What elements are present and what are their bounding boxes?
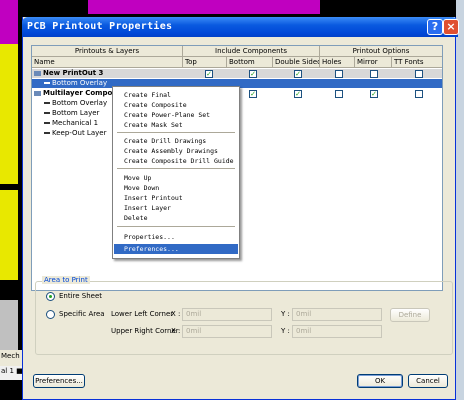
dialog-title: PCB Printout Properties <box>27 21 173 32</box>
preferences-button[interactable]: Preferences... <box>33 374 85 388</box>
group-header-include: Include Components <box>183 46 320 57</box>
col-holes[interactable]: Holes <box>320 57 355 68</box>
define-button[interactable]: Define <box>390 308 430 322</box>
menu-item-create-final[interactable]: Create Final <box>114 90 238 100</box>
upper-right-label: Upper Right Corner <box>111 327 179 335</box>
cb-mirror[interactable]: ✓ <box>370 90 378 98</box>
cb-holes[interactable] <box>335 90 343 98</box>
cancel-button[interactable]: Cancel <box>408 374 448 388</box>
printout-label: Multilayer Compos <box>34 89 116 98</box>
menu-item-create-drill-drawings[interactable]: Create Drill Drawings <box>114 136 238 146</box>
pcb-pad-2 <box>0 190 18 280</box>
menu-item-insert-printout[interactable]: Insert Printout <box>114 193 238 203</box>
ur-x-label: X : <box>171 327 181 335</box>
ll-y-input[interactable]: 0mil <box>292 308 382 321</box>
pcb-printout-properties-dialog: PCB Printout Properties ? × Printouts & … <box>22 17 459 400</box>
ur-y-input[interactable]: 0mil <box>292 325 382 338</box>
cb-top[interactable]: ✓ <box>205 70 213 78</box>
menu-separator <box>117 168 235 169</box>
col-name[interactable]: Name <box>32 57 183 68</box>
context-menu: Create Final Create Composite Create Pow… <box>112 86 240 259</box>
cb-tt-fonts[interactable] <box>415 90 423 98</box>
specific-area-radio[interactable] <box>46 310 55 319</box>
layer-dash-icon <box>44 122 50 124</box>
menu-item-properties[interactable]: Properties... <box>114 232 238 242</box>
ll-y-label: Y : <box>281 310 290 318</box>
menu-item-create-assembly-drawings[interactable]: Create Assembly Drawings <box>114 146 238 156</box>
layer-label: Keep-Out Layer <box>44 129 106 138</box>
entire-sheet-label[interactable]: Entire Sheet <box>59 292 102 300</box>
area-to-print-legend: Area to Print <box>42 276 90 284</box>
pcb-pad-1 <box>0 44 18 184</box>
area-to-print-group: Area to Print Entire Sheet Specific Area… <box>35 276 453 355</box>
cb-tt-fonts[interactable] <box>415 70 423 78</box>
layer-tab-1[interactable]: al 1 ■ <box>0 366 24 380</box>
layer-tab-mech[interactable]: Mech <box>0 350 24 366</box>
layer-dash-icon <box>44 112 50 114</box>
menu-separator <box>117 132 235 133</box>
cb-bottom[interactable]: ✓ <box>249 70 257 78</box>
dialog-titlebar[interactable]: PCB Printout Properties ? × <box>22 17 459 37</box>
menu-item-create-mask-set[interactable]: Create Mask Set <box>114 120 238 130</box>
group-header-printouts: Printouts & Layers <box>32 46 183 57</box>
col-tt-fonts[interactable]: TT Fonts <box>392 57 442 68</box>
menu-item-move-down[interactable]: Move Down <box>114 183 238 193</box>
col-mirror[interactable]: Mirror <box>355 57 392 68</box>
layer-dash-icon <box>44 102 50 104</box>
menu-item-preferences[interactable]: Preferences... <box>114 244 238 254</box>
layer-label: Bottom Overlay <box>44 99 107 108</box>
ok-button[interactable]: OK <box>357 374 403 388</box>
layer-label: Bottom Overlay <box>44 79 107 88</box>
pcb-trace-left <box>0 0 18 46</box>
col-top[interactable]: Top <box>183 57 227 68</box>
cb-double-sided[interactable]: ✓ <box>294 90 302 98</box>
layer-dash-icon <box>44 132 50 134</box>
right-panel-strip <box>456 0 464 400</box>
lower-left-label: Lower Left Corner <box>111 310 174 318</box>
ll-x-label: X : <box>171 310 181 318</box>
cb-double-sided[interactable]: ✓ <box>294 70 302 78</box>
help-button[interactable]: ? <box>427 19 443 35</box>
col-double-sided[interactable]: Double Sided <box>273 57 320 68</box>
menu-item-create-power-plane-set[interactable]: Create Power-Plane Set <box>114 110 238 120</box>
menu-item-move-up[interactable]: Move Up <box>114 173 238 183</box>
menu-separator <box>117 226 235 227</box>
printout-label: New PrintOut 3 <box>34 69 103 78</box>
menu-item-create-composite[interactable]: Create Composite <box>114 100 238 110</box>
group-header-row: Printouts & Layers Include Components Pr… <box>32 46 442 57</box>
layer-label: Mechanical 1 <box>44 119 98 128</box>
ll-x-input[interactable]: 0mil <box>182 308 272 321</box>
column-header-row: Name Top Bottom Double Sided Holes Mirro… <box>32 57 442 68</box>
pcb-board-edge <box>0 300 18 350</box>
layer-dash-icon <box>44 82 50 84</box>
ur-x-input[interactable]: 0mil <box>182 325 272 338</box>
specific-area-label[interactable]: Specific Area <box>59 310 105 318</box>
cb-mirror[interactable] <box>370 70 378 78</box>
cb-holes[interactable] <box>335 70 343 78</box>
menu-item-create-composite-drill-guide[interactable]: Create Composite Drill Guide <box>114 156 238 166</box>
layer-label: Bottom Layer <box>44 109 99 118</box>
group-header-options: Printout Options <box>352 47 410 55</box>
close-button[interactable]: × <box>443 19 459 35</box>
menu-item-insert-layer[interactable]: Insert Layer <box>114 203 238 213</box>
cb-bottom[interactable]: ✓ <box>249 90 257 98</box>
col-bottom[interactable]: Bottom <box>227 57 273 68</box>
menu-item-delete[interactable]: Delete <box>114 213 238 223</box>
ur-y-label: Y : <box>281 327 290 335</box>
printout-row[interactable]: New PrintOut 3 ✓ ✓ ✓ <box>32 69 442 78</box>
pcb-trace-top <box>88 0 320 14</box>
printout-icon <box>34 90 41 96</box>
printout-icon <box>34 70 41 76</box>
entire-sheet-radio[interactable] <box>46 292 55 301</box>
